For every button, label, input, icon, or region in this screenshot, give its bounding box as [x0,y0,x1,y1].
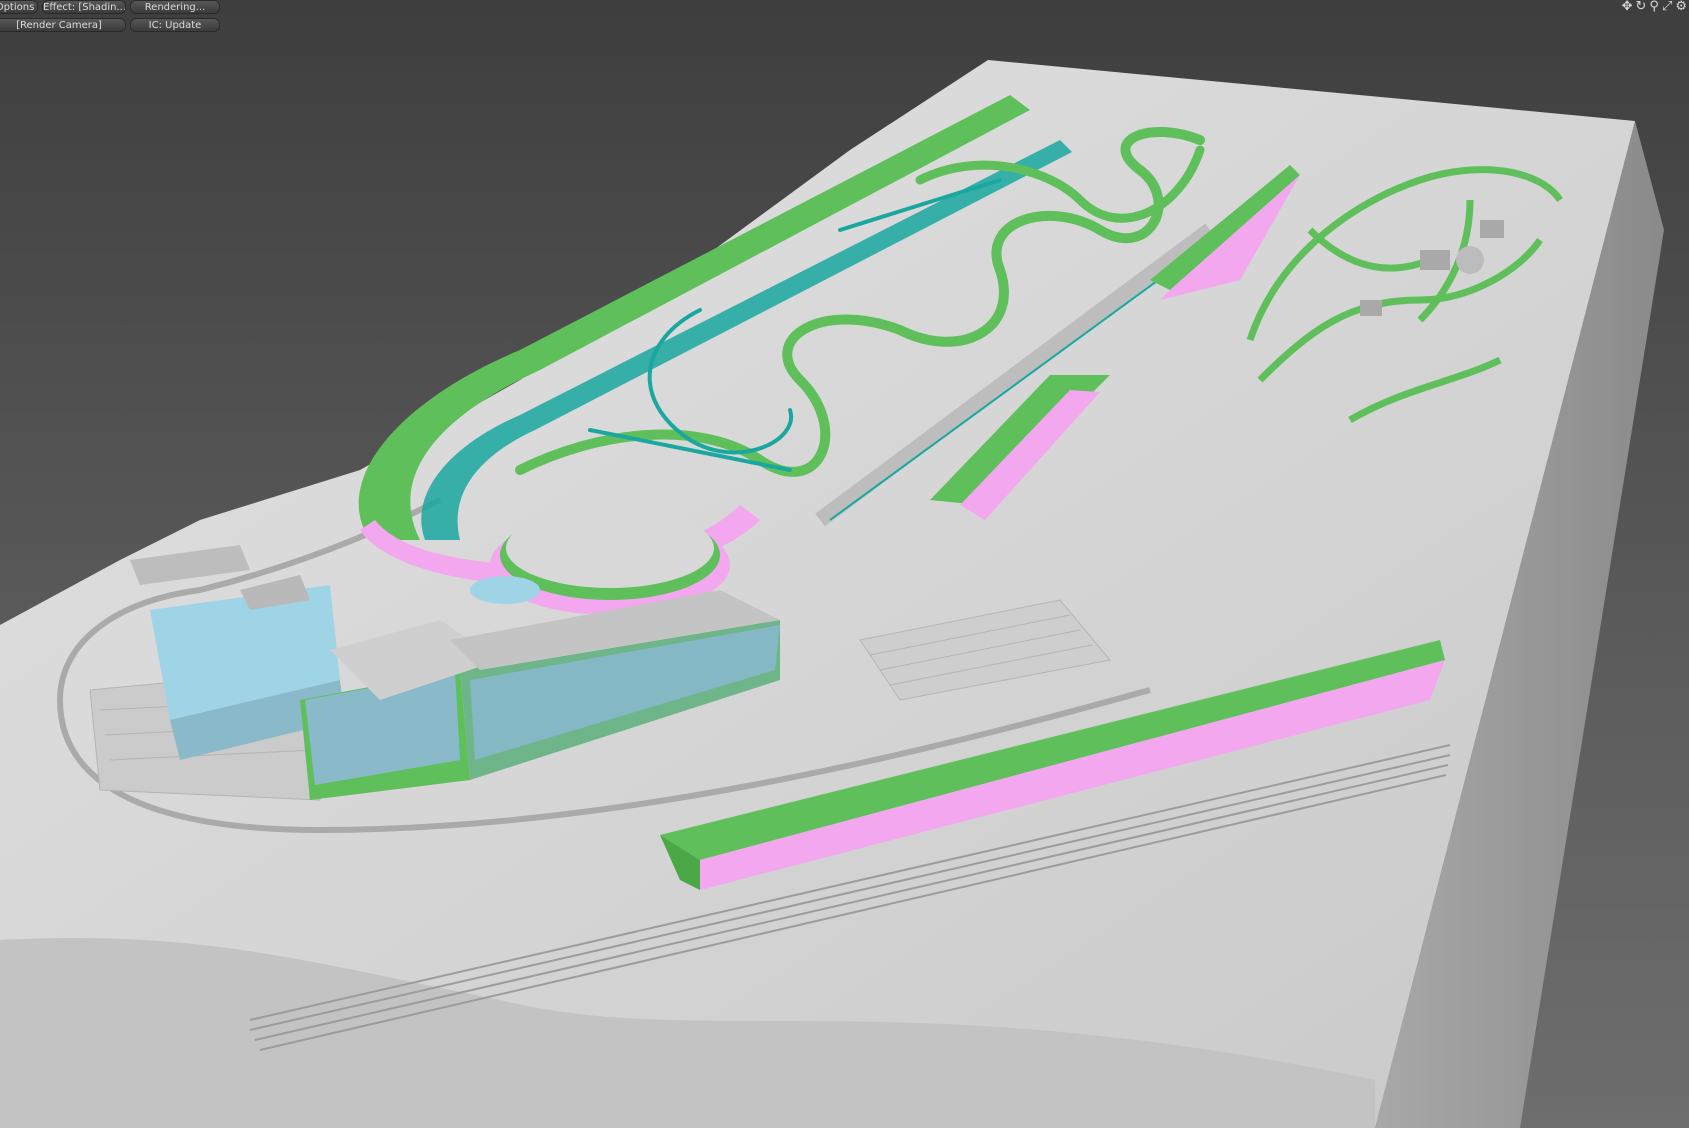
zoom-icon[interactable]: ⚲ [1649,0,1659,14]
rendering-button[interactable]: Rendering... [130,0,220,14]
options-button[interactable]: Options [0,0,38,14]
render-scene[interactable] [0,0,1689,1128]
effect-shading-button[interactable]: Effect: [Shadin... [42,0,126,14]
orbit-icon[interactable]: ↻ [1636,0,1647,14]
pan-icon[interactable]: ✥ [1622,0,1633,14]
3d-viewport[interactable]: Options Effect: [Shadin... Rendering... … [0,0,1689,1128]
settings-icon[interactable]: ⚙ [1675,0,1687,14]
maximize-icon[interactable]: ⤢ [1662,0,1672,14]
ic-update-button[interactable]: IC: Update [130,18,220,32]
render-camera-button[interactable]: [Render Camera] [0,18,126,32]
viewport-nav-controls: ✥ ↻ ⚲ ⤢ ⚙ [1622,0,1687,14]
